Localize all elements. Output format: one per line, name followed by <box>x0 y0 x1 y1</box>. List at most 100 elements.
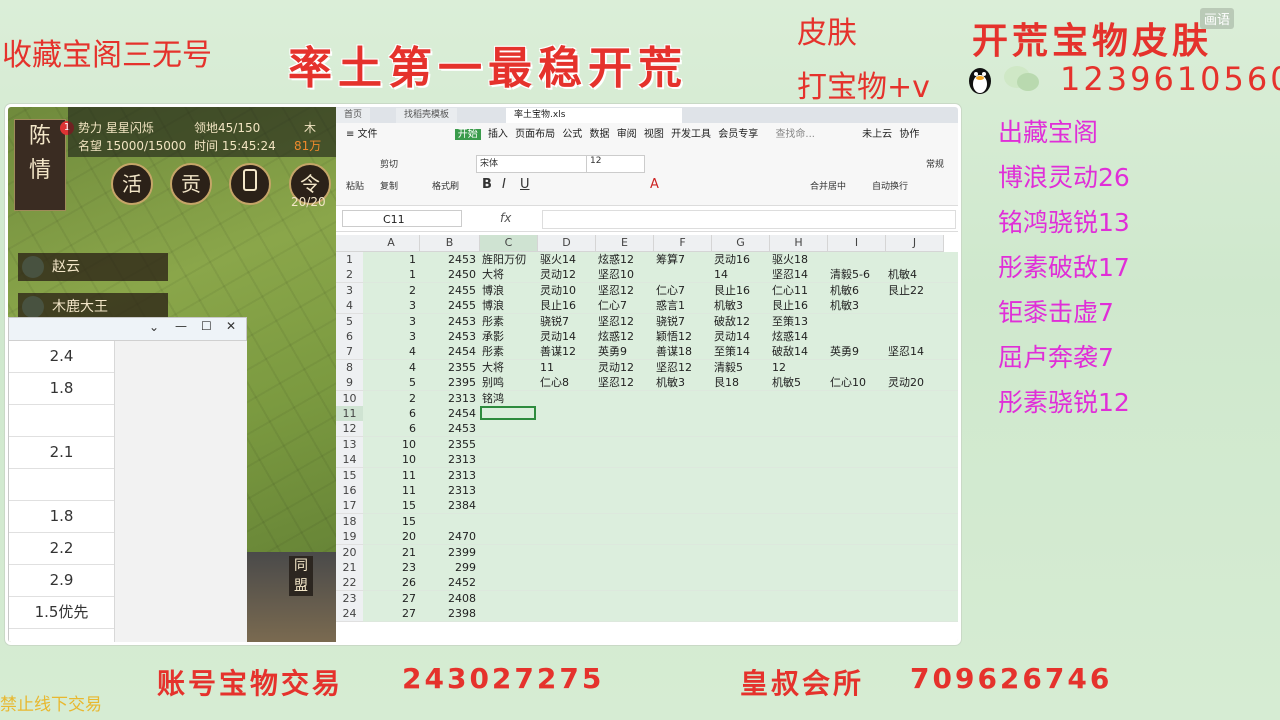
table-cell[interactable] <box>770 514 826 529</box>
table-cell[interactable] <box>886 575 942 590</box>
row-header[interactable]: 7 <box>336 344 364 361</box>
table-cell[interactable]: 博浪 <box>480 298 536 313</box>
table-cell[interactable]: 坚忍10 <box>596 267 652 282</box>
table-cell[interactable]: 破敌14 <box>770 344 826 359</box>
table-cell[interactable] <box>654 575 710 590</box>
contribution-button[interactable]: 贡 <box>170 163 212 205</box>
row-header[interactable]: 24 <box>336 606 364 623</box>
table-cell[interactable]: 2313 <box>420 391 476 406</box>
table-cell[interactable] <box>596 468 652 483</box>
table-cell[interactable] <box>712 498 768 513</box>
table-cell[interactable]: 仁心7 <box>596 298 652 313</box>
lord-portrait[interactable]: 陈 情 <box>14 119 66 211</box>
table-cell[interactable] <box>712 406 768 421</box>
table-cell[interactable]: 机敏3 <box>654 375 710 390</box>
table-cell[interactable] <box>828 314 884 329</box>
table-cell[interactable] <box>596 575 652 590</box>
table-cell[interactable] <box>712 421 768 436</box>
column-header-h[interactable]: H <box>770 235 828 252</box>
table-cell[interactable] <box>480 575 536 590</box>
table-cell[interactable]: 承影 <box>480 329 536 344</box>
table-cell[interactable]: 善谋12 <box>538 344 594 359</box>
table-cell[interactable] <box>480 529 536 544</box>
table-cell[interactable] <box>886 314 942 329</box>
table-cell[interactable]: 14 <box>712 267 768 282</box>
activity-button[interactable]: 活 <box>111 163 153 205</box>
table-cell[interactable] <box>480 606 536 621</box>
table-cell[interactable]: 2313 <box>420 452 476 467</box>
table-cell[interactable]: 艮止16 <box>712 283 768 298</box>
table-cell[interactable] <box>886 514 942 529</box>
table-cell[interactable]: 12 <box>770 360 826 375</box>
row-header[interactable]: 16 <box>336 483 364 499</box>
table-cell[interactable] <box>828 575 884 590</box>
table-cell[interactable]: 灵动10 <box>538 283 594 298</box>
table-cell[interactable] <box>770 529 826 544</box>
collab-button[interactable]: 协作 <box>899 129 919 140</box>
table-cell[interactable]: 驱火14 <box>538 252 594 267</box>
table-cell[interactable] <box>770 545 826 560</box>
row-header[interactable]: 18 <box>336 513 364 530</box>
table-cell[interactable] <box>654 267 710 282</box>
table-cell[interactable]: 至策14 <box>712 344 768 359</box>
table-cell[interactable] <box>886 406 942 421</box>
table-cell[interactable] <box>828 468 884 483</box>
chevron-down-icon[interactable]: ⌄ <box>149 320 159 334</box>
table-cell[interactable]: 2453 <box>420 421 476 436</box>
table-cell[interactable] <box>538 421 594 436</box>
table-cell[interactable] <box>712 529 768 544</box>
font-color-icon[interactable]: A <box>650 177 659 192</box>
table-cell[interactable]: 艮止16 <box>770 298 826 313</box>
table-cell[interactable]: 10 <box>363 452 416 467</box>
table-cell[interactable]: 仁心8 <box>538 375 594 390</box>
table-cell[interactable] <box>654 514 710 529</box>
row-header[interactable]: 21 <box>336 560 364 576</box>
table-cell[interactable]: 机敏5 <box>770 375 826 390</box>
table-cell[interactable] <box>886 252 942 267</box>
table-cell[interactable] <box>712 575 768 590</box>
menu-view[interactable]: 视图 <box>644 129 664 140</box>
table-cell[interactable]: 2355 <box>420 437 476 452</box>
table-cell[interactable] <box>480 591 536 606</box>
table-cell[interactable]: 20 <box>363 529 416 544</box>
table-cell[interactable] <box>538 498 594 513</box>
tab-spreadsheet[interactable]: 率土宝物.xls <box>506 108 682 123</box>
table-cell[interactable] <box>654 591 710 606</box>
table-cell[interactable]: 23 <box>363 560 416 575</box>
table-cell[interactable] <box>828 606 884 621</box>
name-box[interactable]: C11 <box>342 210 462 227</box>
bold-icon[interactable]: B <box>482 177 492 192</box>
table-cell[interactable]: 2355 <box>420 360 476 375</box>
table-cell[interactable] <box>828 545 884 560</box>
table-cell[interactable] <box>480 560 536 575</box>
table-cell[interactable]: 灵动12 <box>538 267 594 282</box>
table-cell[interactable] <box>596 606 652 621</box>
table-cell[interactable] <box>712 514 768 529</box>
table-cell[interactable]: 4 <box>363 344 416 359</box>
table-cell[interactable] <box>654 468 710 483</box>
table-cell[interactable] <box>770 437 826 452</box>
table-cell[interactable]: 灵动20 <box>886 375 942 390</box>
table-cell[interactable] <box>654 406 710 421</box>
table-cell[interactable] <box>770 560 826 575</box>
menu-layout[interactable]: 页面布局 <box>515 129 555 140</box>
table-cell[interactable] <box>712 606 768 621</box>
table-cell[interactable]: 26 <box>363 575 416 590</box>
table-cell[interactable]: 灵动14 <box>538 329 594 344</box>
table-cell[interactable] <box>712 591 768 606</box>
row-header[interactable]: 8 <box>336 359 364 376</box>
table-cell[interactable] <box>654 437 710 452</box>
row-header[interactable]: 4 <box>336 298 364 315</box>
table-cell[interactable]: 筹算7 <box>654 252 710 267</box>
table-cell[interactable] <box>596 545 652 560</box>
table-cell[interactable] <box>596 391 652 406</box>
table-cell[interactable] <box>886 468 942 483</box>
menu-file[interactable]: ≡ 文件 <box>346 129 378 140</box>
column-header-a[interactable]: A <box>363 235 420 252</box>
table-cell[interactable]: 仁心7 <box>654 283 710 298</box>
column-header-g[interactable]: G <box>712 235 770 252</box>
table-cell[interactable]: 灵动12 <box>596 360 652 375</box>
table-cell[interactable] <box>886 452 942 467</box>
column-header-i[interactable]: I <box>828 235 886 252</box>
paste-button[interactable]: 粘贴 <box>346 179 364 192</box>
